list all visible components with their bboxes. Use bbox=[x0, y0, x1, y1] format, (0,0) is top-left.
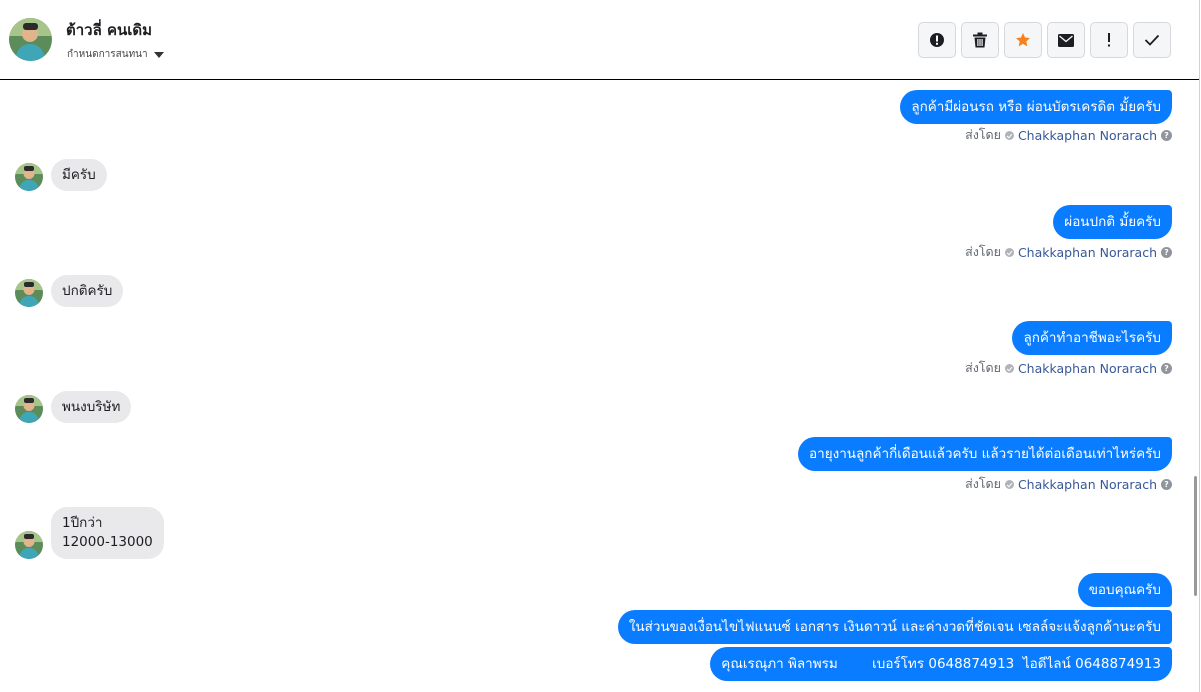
mark-unread-button[interactable] bbox=[1047, 22, 1085, 58]
incoming-message[interactable]: ปกติครับ bbox=[51, 275, 124, 307]
help-icon[interactable]: ? bbox=[1161, 246, 1172, 258]
delete-button[interactable] bbox=[961, 22, 999, 58]
sent-by-prefix: ส่งโดย bbox=[965, 244, 1001, 259]
agent-name-link[interactable]: Chakkaphan Norarach bbox=[1018, 477, 1157, 492]
outgoing-message[interactable]: อายุงานลูกค้ากี่เดือนแล้วครับ แล้วรายได้… bbox=[798, 437, 1172, 471]
mark-spam-button[interactable] bbox=[918, 22, 956, 58]
check-icon bbox=[1144, 34, 1160, 46]
help-icon[interactable]: ? bbox=[1161, 362, 1172, 374]
contact-avatar-small bbox=[15, 163, 43, 191]
mark-done-button[interactable] bbox=[1133, 22, 1171, 58]
sent-by-line: ส่งโดย Chakkaphan Norarach ? bbox=[965, 476, 1172, 492]
outgoing-message[interactable]: ในส่วนของเงื่อนไขไฟแนนซ์ เอกสาร เงินดาวน… bbox=[617, 610, 1172, 644]
contact-avatar-small bbox=[15, 531, 43, 559]
contact-avatar-small bbox=[15, 279, 43, 307]
sent-by-prefix: ส่งโดย bbox=[965, 476, 1001, 491]
sent-by-line: ส่งโดย Chakkaphan Norarach ? bbox=[965, 360, 1172, 376]
assign-conversation-dropdown[interactable]: กำหนดการสนทนา bbox=[67, 47, 164, 62]
incoming-message[interactable]: 1ปีกว่า 12000-13000 bbox=[51, 507, 164, 559]
follow-up-button[interactable] bbox=[1090, 22, 1128, 58]
assign-conversation-label: กำหนดการสนทนา bbox=[67, 49, 148, 60]
outgoing-message[interactable]: ลูกค้าทำอาชีพอะไรครับ bbox=[1012, 321, 1172, 355]
trash-icon bbox=[973, 32, 987, 48]
sent-by-prefix: ส่งโดย bbox=[965, 127, 1001, 142]
panel-divider bbox=[1199, 0, 1200, 692]
verified-icon bbox=[1004, 479, 1014, 489]
alert-circle-icon bbox=[930, 33, 944, 47]
contact-avatar[interactable] bbox=[9, 18, 52, 61]
agent-name-link[interactable]: Chakkaphan Norarach bbox=[1018, 245, 1157, 260]
verified-icon bbox=[1004, 363, 1014, 373]
outgoing-message[interactable]: ขอบคุณครับ bbox=[1077, 573, 1172, 607]
agent-name-link[interactable]: Chakkaphan Norarach bbox=[1018, 361, 1157, 376]
conversation-actions bbox=[918, 22, 1171, 58]
sent-by-prefix: ส่งโดย bbox=[965, 360, 1001, 375]
envelope-icon bbox=[1058, 33, 1074, 47]
agent-name-link[interactable]: Chakkaphan Norarach bbox=[1018, 128, 1157, 143]
sent-by-line: ส่งโดย Chakkaphan Norarach ? bbox=[965, 127, 1172, 143]
message-line: 1ปีกว่า bbox=[62, 515, 103, 531]
outgoing-message[interactable]: ผ่อนปกติ มั้ยครับ bbox=[1053, 205, 1172, 239]
star-button[interactable] bbox=[1004, 22, 1042, 58]
star-icon bbox=[1016, 33, 1030, 47]
conversation-header: ต้าวลี่ คนเดิม กำหนดการสนทนา bbox=[0, 0, 1199, 80]
message-line: 12000-13000 bbox=[62, 534, 153, 550]
contact-name: ต้าวลี่ คนเดิม bbox=[66, 21, 153, 39]
exclamation-icon bbox=[1108, 33, 1110, 47]
help-icon[interactable]: ? bbox=[1161, 129, 1172, 141]
scrollbar-thumb[interactable] bbox=[1194, 476, 1197, 596]
help-icon[interactable]: ? bbox=[1161, 478, 1172, 490]
outgoing-message[interactable]: ลูกค้ามีผ่อนรถ หรือ ผ่อนบัตรเครดิต มั้ยค… bbox=[900, 90, 1172, 124]
contact-avatar-small bbox=[15, 395, 43, 423]
caret-down-icon bbox=[153, 51, 164, 58]
verified-icon bbox=[1004, 130, 1014, 140]
incoming-message[interactable]: มีครับ bbox=[51, 159, 107, 191]
outgoing-message[interactable]: คุณเรณุภา พิลาพรม เบอร์โทร 0648874913 ไอ… bbox=[710, 647, 1172, 681]
incoming-message[interactable]: พนงบริษัท bbox=[51, 391, 132, 423]
sent-by-line: ส่งโดย Chakkaphan Norarach ? bbox=[965, 244, 1172, 260]
verified-icon bbox=[1004, 247, 1014, 257]
